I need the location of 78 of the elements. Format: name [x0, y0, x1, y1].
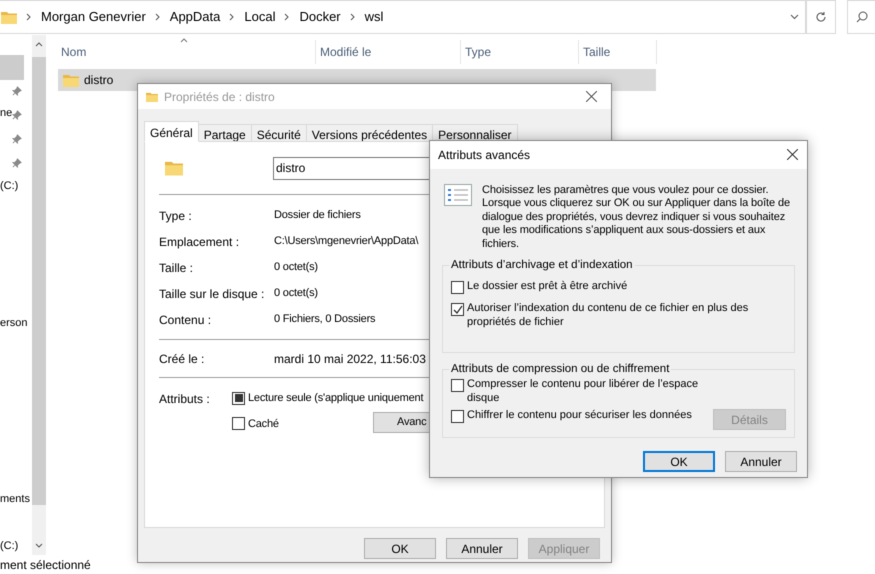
- field-label: Créé le :: [159, 350, 206, 368]
- chevron-icon: [350, 13, 356, 21]
- folder-icon: [1, 10, 17, 24]
- tab[interactable]: Sécurité: [250, 124, 307, 142]
- checkbox[interactable]: [451, 303, 464, 316]
- checklist-icon: [444, 184, 472, 206]
- window-title: Propriétés de : distro: [164, 88, 275, 106]
- tab[interactable]: Versions précédentes: [306, 124, 434, 142]
- dialog-button[interactable]: OK: [364, 538, 436, 559]
- refresh-button[interactable]: [806, 0, 836, 34]
- pin-icon[interactable]: [12, 134, 22, 144]
- scroll-up-icon[interactable]: [35, 41, 43, 47]
- field-label: Taille sur le disque :: [159, 286, 264, 301]
- field-value: 0 Fichiers, 0 Dossiers: [274, 312, 376, 327]
- status-text: ment sélectionné: [0, 557, 91, 574]
- nav-item[interactable]: (C:): [0, 539, 18, 553]
- dropdown-icon[interactable]: [790, 14, 799, 20]
- scroll-down-icon[interactable]: [35, 543, 43, 549]
- nav-item[interactable]: ne: [0, 106, 12, 120]
- dialog-button[interactable]: OK: [643, 451, 715, 472]
- breadcrumb-item[interactable]: Morgan Genevrier: [41, 7, 146, 27]
- field-value: mardi 10 mai 2022, 11:56:03: [274, 350, 426, 368]
- checkbox-label[interactable]: Chiffrer le contenu pour sécuriser les données: [467, 409, 707, 423]
- nav-item[interactable]: ments: [0, 492, 30, 506]
- group-title: Attributs de compression ou de chiffrement: [449, 362, 672, 378]
- dialog-button[interactable]: Annuler: [446, 538, 518, 559]
- column-header[interactable]: Nom: [57, 40, 316, 64]
- breadcrumb-item[interactable]: AppData: [170, 7, 220, 27]
- refresh-icon: [815, 11, 827, 23]
- close-icon[interactable]: [586, 91, 597, 102]
- folder-icon: [146, 90, 158, 102]
- breadcrumb-item[interactable]: Local: [244, 7, 276, 27]
- column-header[interactable]: Modifié le: [316, 40, 461, 64]
- dialog-button[interactable]: Annuler: [725, 451, 797, 472]
- checkbox-label[interactable]: Autoriser l’indexation du contenu de ce fichier en plus des propriétés de fichier: [467, 302, 777, 330]
- checkbox[interactable]: [451, 410, 464, 424]
- description-text: Choisissez les paramètres que vous voulez pour ce dossier. Lorsque vous cliquerez sur OK ou sur Appliquer dans la boîte de dialogue des propriétés, vous devrez indiquer si vous souhaitez que les modifications s’appliquent aux sous-dossiers et aux fichiers.: [482, 184, 792, 252]
- breadcrumb-item[interactable]: wsl: [364, 7, 384, 27]
- pin-icon[interactable]: [12, 158, 22, 168]
- field-value: Dossier de fichiers: [274, 208, 361, 223]
- checkbox-label[interactable]: Le dossier est prêt à être archivé: [467, 280, 777, 294]
- field-value: 0 octet(s): [274, 260, 318, 275]
- checkbox[interactable]: [232, 392, 245, 405]
- chevron-icon: [284, 13, 290, 21]
- scrollbar[interactable]: [32, 35, 46, 555]
- pin-icon[interactable]: [12, 110, 22, 120]
- tab[interactable]: Général: [144, 121, 199, 142]
- field-value: 0 octet(s): [274, 286, 318, 301]
- tab[interactable]: Partage: [198, 124, 252, 142]
- close-icon[interactable]: [787, 149, 798, 160]
- checkbox[interactable]: [451, 379, 464, 392]
- chevron-icon: [154, 13, 161, 21]
- column-header[interactable]: Type: [461, 40, 579, 64]
- field-label: Contenu :: [159, 312, 212, 327]
- checkbox[interactable]: [232, 417, 245, 430]
- address-bar[interactable]: Morgan Genevrier AppData Local Docker wsl: [0, 0, 806, 34]
- chevron-icon: [26, 13, 32, 21]
- folder-icon: [63, 74, 79, 86]
- column-header[interactable]: Taille: [579, 40, 657, 64]
- chevron-icon: [229, 13, 236, 21]
- checkbox[interactable]: [451, 281, 464, 294]
- search-icon: [856, 11, 868, 23]
- nav-item[interactable]: (C:): [0, 179, 18, 193]
- sort-icon: [180, 38, 188, 43]
- file-name: distro: [84, 72, 114, 89]
- breadcrumb-item[interactable]: Docker: [299, 7, 341, 27]
- field-label: Emplacement :: [159, 234, 240, 249]
- checkbox-label[interactable]: Lecture seule (s'applique uniquement: [248, 390, 424, 406]
- search-field[interactable]: [847, 0, 875, 34]
- checkbox-label[interactable]: Caché: [248, 416, 279, 432]
- group-title: Attributs d’archivage et d’indexation: [449, 258, 635, 274]
- field-label: Taille :: [159, 260, 194, 275]
- nav-item[interactable]: erson: [0, 316, 28, 330]
- checkbox-label[interactable]: Compresser le contenu pour libérer de l’espace disque: [467, 378, 707, 406]
- field-label: Type :: [159, 208, 192, 223]
- pin-icon[interactable]: [12, 86, 22, 96]
- field-label: Attributs :: [159, 391, 211, 408]
- field-value: C:\Users\mgenevrier\AppData\: [274, 234, 418, 249]
